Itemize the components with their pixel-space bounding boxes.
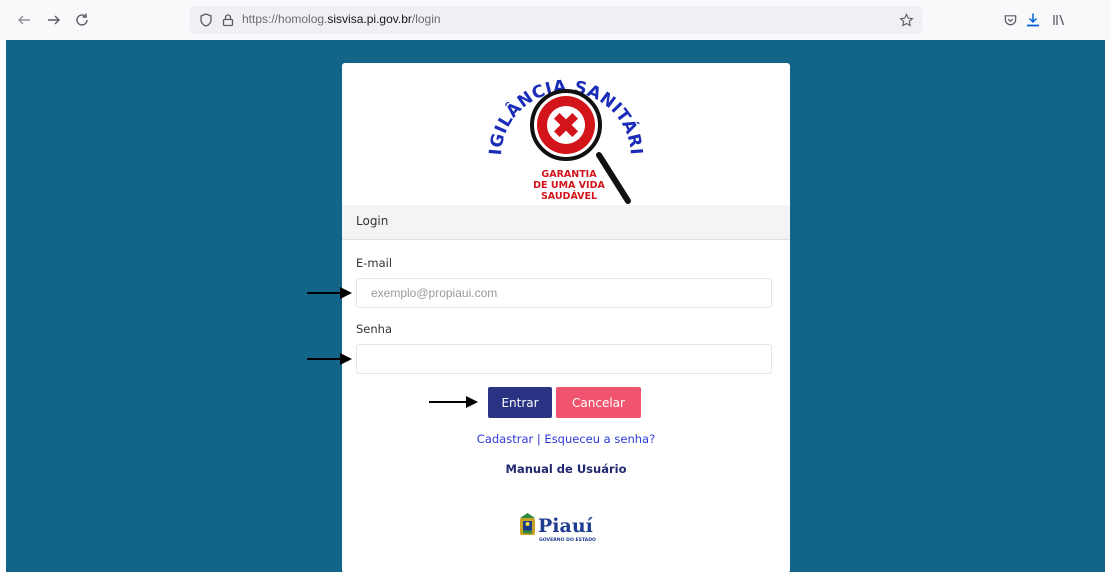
url-host: sisvisa.pi.gov.br	[327, 12, 412, 26]
browser-toolbar: https://homolog.sisvisa.pi.gov.br/login	[0, 0, 1111, 40]
password-label: Senha	[356, 322, 392, 336]
annotation-arrow-password-icon	[307, 353, 352, 365]
email-input[interactable]	[356, 278, 772, 308]
piaui-subtitle: GOVERNO DO ESTADO	[539, 537, 596, 543]
link-separator: |	[533, 432, 545, 446]
forward-arrow-icon[interactable]	[44, 10, 64, 30]
url-bar[interactable]: https://homolog.sisvisa.pi.gov.br/login	[190, 6, 922, 34]
submit-button[interactable]: Entrar	[488, 387, 552, 418]
annotation-arrow-email-icon	[307, 287, 352, 299]
page-viewport: VIGILÂNCIA SANITÁRIA GARANTIA DE UMA VID…	[6, 40, 1105, 573]
lock-icon[interactable]	[218, 10, 238, 30]
library-icon[interactable]	[1049, 10, 1069, 30]
login-title: Login	[356, 214, 389, 228]
pocket-icon[interactable]	[1000, 10, 1020, 30]
logo-slogan-line1: GARANTIA	[541, 169, 597, 180]
reload-icon[interactable]	[72, 10, 92, 30]
annotation-arrow-submit-icon	[429, 396, 478, 408]
password-input[interactable]	[356, 344, 772, 374]
url-prefix: https://homolog.	[242, 12, 328, 26]
logo-slogan-line3: SAUDÁVEL	[541, 190, 597, 202]
svg-text:VIGILÂNCIA SANITÁRIA: VIGILÂNCIA SANITÁRIA	[342, 63, 646, 156]
shield-icon[interactable]	[196, 10, 216, 30]
logo-arc-text: VIGILÂNCIA SANITÁRIA	[342, 63, 646, 156]
piaui-coat-of-arms-icon	[520, 513, 535, 535]
download-icon[interactable]	[1023, 10, 1043, 30]
cancel-button[interactable]: Cancelar	[556, 387, 641, 418]
url-text: https://homolog.sisvisa.pi.gov.br/login	[242, 12, 441, 26]
account-links: Cadastrar | Esqueceu a senha?	[342, 432, 790, 446]
back-arrow-icon[interactable]	[14, 10, 34, 30]
logo-slogan-line2: DE UMA VIDA	[533, 180, 605, 191]
login-card: VIGILÂNCIA SANITÁRIA GARANTIA DE UMA VID…	[342, 63, 790, 573]
star-icon[interactable]	[896, 10, 916, 30]
register-link[interactable]: Cadastrar	[477, 432, 533, 446]
vigilancia-sanitaria-logo: VIGILÂNCIA SANITÁRIA GARANTIA DE UMA VID…	[342, 63, 790, 206]
forgot-password-link[interactable]: Esqueceu a senha?	[544, 432, 655, 446]
piaui-logo: Piauí GOVERNO DO ESTADO	[518, 510, 618, 544]
piaui-name: Piauí	[538, 515, 594, 537]
url-path: /login	[411, 12, 441, 26]
email-label: E-mail	[356, 256, 393, 270]
user-manual-link[interactable]: Manual de Usuário	[342, 462, 790, 476]
login-card-header: Login	[342, 205, 790, 240]
